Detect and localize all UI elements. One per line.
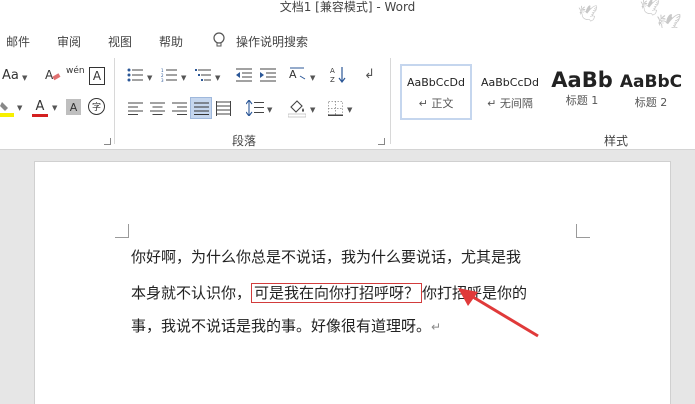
chevron-down-icon: ▼ [17, 104, 23, 112]
chevron-down-icon: ▼ [310, 106, 316, 114]
style-name: ↵ 正文 [418, 97, 454, 110]
tab-mailings[interactable]: 邮件 [6, 33, 30, 50]
tab-review[interactable]: 审阅 [57, 33, 81, 50]
style-name: 标题 2 [634, 96, 668, 109]
justify-button[interactable] [190, 97, 212, 119]
ribbon-divider [390, 58, 391, 144]
highlight-button[interactable] [0, 98, 14, 118]
title-bar: 文档1 [兼容模式] - Word 🕊 🕊 🕊 [0, 0, 695, 36]
ribbon: Aa ▼ A wén A ▼ A ▼ A 字 ▼ 123 ▼ ▼ A ▼ AZ … [0, 54, 695, 150]
change-case-button[interactable]: Aa [2, 68, 19, 83]
asian-layout-icon[interactable]: A [288, 66, 306, 82]
chevron-down-icon: ▼ [52, 104, 58, 112]
style-sample: AaBb [551, 68, 613, 92]
paragraph-group-label: 段落 [232, 134, 257, 148]
sort-icon[interactable]: AZ [330, 66, 346, 84]
highlight-color-bar [0, 113, 14, 117]
style-heading-2[interactable]: AaBbC 标题 2 [618, 64, 684, 120]
text-segment: 事，我说不说话是我的事。好像很有道理呀。 [131, 317, 432, 335]
chevron-down-icon: ▼ [267, 106, 273, 114]
borders-icon[interactable] [328, 101, 343, 116]
ribbon-tabs: 邮件 审阅 视图 帮助 操作说明搜索 [0, 28, 695, 54]
style-sample: AaBbC [619, 72, 683, 92]
crop-mark-top-left [115, 224, 129, 238]
tell-me-search[interactable]: 操作说明搜索 [236, 33, 308, 50]
ribbon-divider [114, 58, 115, 144]
align-left-icon[interactable] [128, 102, 143, 115]
style-heading-1[interactable]: AaBb 标题 1 [546, 64, 618, 120]
text-segment: 本身就不认识你， [131, 284, 252, 302]
annotation-arrow-icon [458, 288, 539, 338]
styles-group-label: 样式 [604, 134, 629, 148]
numbering-icon[interactable]: 123 [161, 68, 177, 82]
svg-text:A: A [45, 68, 54, 82]
font-dialog-launcher-icon[interactable] [104, 138, 111, 145]
decrease-indent-icon[interactable] [236, 68, 252, 82]
align-center-icon[interactable] [150, 102, 165, 115]
paragraph-mark-icon: ↵ [431, 320, 442, 334]
style-sample: AaBbCcDd [407, 76, 465, 89]
distributed-icon[interactable] [216, 101, 231, 116]
style-sample: AaBbCcDd [481, 76, 539, 89]
multilevel-list-icon[interactable] [195, 68, 211, 82]
svg-text:Z: Z [330, 76, 335, 84]
bullets-icon[interactable] [127, 68, 143, 82]
lightbulb-icon [213, 32, 225, 47]
bird-decoration-icon: 🕊 [578, 4, 599, 23]
shading-icon[interactable] [288, 98, 306, 118]
svg-text:3: 3 [161, 78, 164, 82]
clear-format-icon[interactable]: A [44, 66, 62, 84]
increase-indent-icon[interactable] [260, 68, 276, 82]
svg-text:A: A [289, 68, 297, 81]
chevron-down-icon: ▼ [215, 74, 221, 82]
highlighted-text-box[interactable]: 可是我在向你打招呼呀？ [251, 283, 423, 303]
style-no-spacing[interactable]: AaBbCcDd ↵ 无间隔 [474, 64, 546, 120]
char-shading-button[interactable]: A [66, 99, 81, 115]
chevron-down-icon: ▼ [181, 74, 187, 82]
font-color-label: A [35, 98, 45, 114]
tab-help[interactable]: 帮助 [159, 33, 183, 50]
crop-mark-top-right [576, 224, 590, 238]
enclose-char-button[interactable]: 字 [88, 98, 105, 115]
style-name: ↵ 无间隔 [487, 97, 533, 110]
chevron-down-icon: ▼ [347, 106, 353, 114]
phonetic-guide-button[interactable]: wén [66, 66, 85, 76]
show-marks-icon[interactable]: ↲ [364, 67, 375, 82]
document-text-line-1[interactable]: 你好啊，为什么你总是不说话，我为什么要说话，尤其是我 [131, 246, 581, 267]
style-name: 标题 1 [565, 94, 599, 107]
align-right-icon[interactable] [172, 102, 187, 115]
font-color-button[interactable]: A [32, 98, 48, 118]
style-normal[interactable]: AaBbCcDd ↵ 正文 [400, 64, 472, 120]
chevron-down-icon: ▼ [22, 74, 28, 82]
char-border-button[interactable]: A [89, 67, 105, 85]
svg-text:A: A [330, 67, 335, 75]
paragraph-dialog-launcher-icon[interactable] [378, 138, 385, 145]
line-spacing-icon[interactable] [246, 100, 264, 116]
chevron-down-icon: ▼ [147, 74, 153, 82]
font-color-bar [32, 113, 48, 117]
chevron-down-icon: ▼ [310, 74, 316, 82]
tab-view[interactable]: 视图 [108, 33, 132, 50]
